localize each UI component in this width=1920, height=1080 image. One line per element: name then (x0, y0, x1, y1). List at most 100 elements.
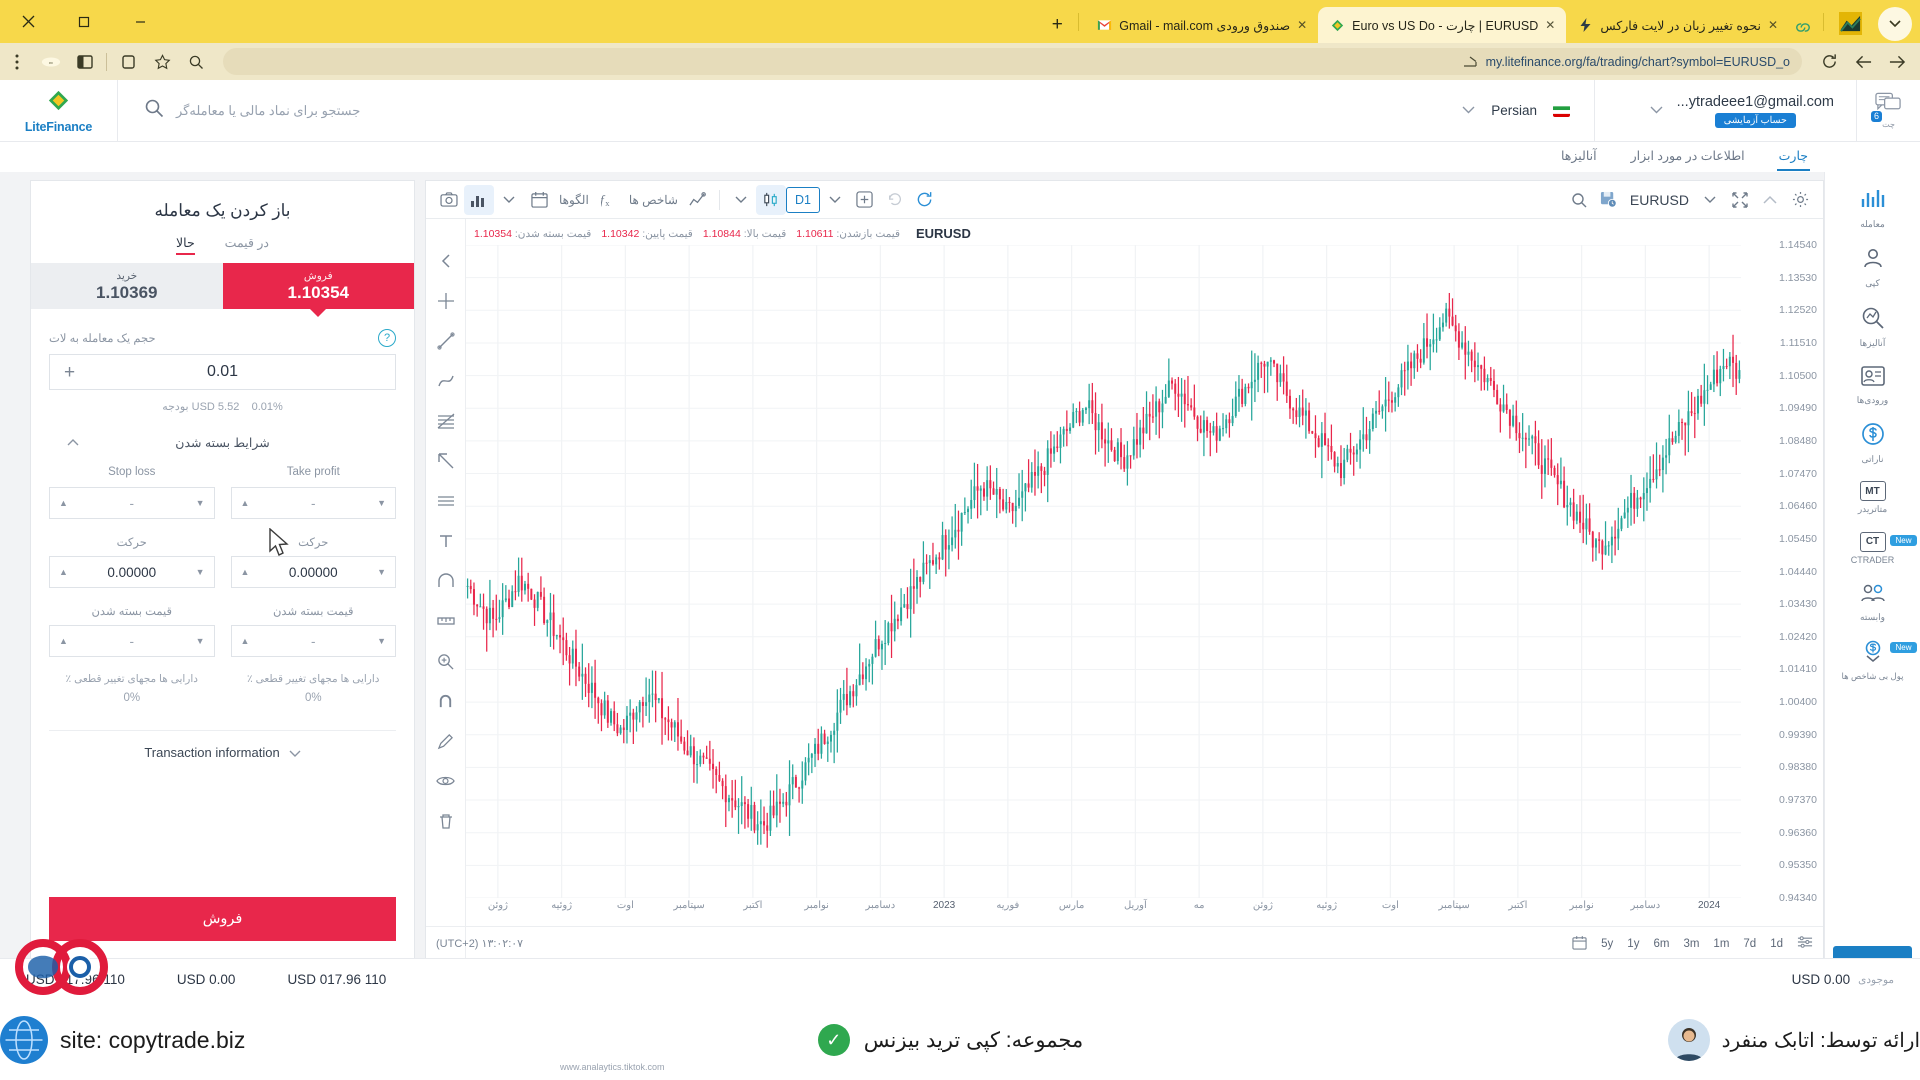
curve-tool-icon[interactable] (426, 361, 466, 401)
indicators-label[interactable]: شاخص ها (624, 193, 683, 207)
chart-plot[interactable] (466, 245, 1741, 898)
tab-close-icon[interactable]: ✕ (1545, 18, 1555, 32)
sidebar-item-metatrader[interactable]: MT متاتریدر (1825, 472, 1920, 522)
chart-undo-icon[interactable] (880, 185, 910, 215)
delete-tool-icon[interactable] (426, 801, 466, 841)
plus-icon[interactable]: + (64, 363, 75, 382)
extensions-icon[interactable]: ∞ (34, 47, 68, 77)
range-5y[interactable]: 5y (1601, 938, 1613, 950)
crosshair-icon[interactable] (426, 281, 466, 321)
range-1m[interactable]: 1m (1713, 938, 1729, 950)
sidebar-item-analytics[interactable]: آنالیزها (1825, 297, 1920, 356)
sidebar-panel-icon[interactable] (68, 47, 102, 77)
browser-tab-howto[interactable]: ✕ نحوه تغییر زبان در لایت فارکس (1566, 7, 1789, 43)
close-conditions-toggle[interactable]: شرایط بسته شدن (49, 435, 396, 450)
fibonacci-icon[interactable] (426, 401, 466, 441)
window-close-icon[interactable] (0, 0, 56, 43)
share-icon[interactable] (1463, 56, 1477, 68)
spinner-down-icon[interactable]: ▼ (196, 567, 205, 577)
window-restore-icon[interactable] (56, 0, 112, 43)
sidebar-item-trade[interactable]: معامله (1825, 178, 1920, 237)
text-tool-icon[interactable] (426, 521, 466, 561)
language-selector[interactable]: Persian (1438, 80, 1594, 142)
range-3m[interactable]: 3m (1683, 938, 1699, 950)
patterns-label[interactable]: الگوها (554, 193, 594, 207)
chevron-down-icon[interactable] (289, 745, 301, 760)
tab-now[interactable]: حالا (176, 235, 195, 255)
bar-chart-toggle-icon[interactable] (494, 185, 524, 215)
candlestick-icon[interactable] (755, 184, 786, 215)
range-calendar-icon[interactable] (1572, 935, 1587, 953)
spinner-down-icon[interactable]: ▼ (196, 498, 205, 508)
add-chart-icon[interactable] (850, 185, 880, 215)
chart-symbol[interactable]: EURUSD (1624, 192, 1695, 208)
sl-move-input[interactable]: ▲ 0.00000 ▼ (49, 556, 215, 588)
measure-tool-icon[interactable] (426, 601, 466, 641)
new-tab-button[interactable]: + (1042, 7, 1072, 43)
calendar-icon[interactable] (524, 185, 554, 215)
browser-menu-icon[interactable] (0, 47, 34, 77)
magnet-tool-icon[interactable] (426, 681, 466, 721)
volume-bars-icon[interactable] (464, 184, 494, 215)
browser-tab-gmail[interactable]: ✕ صندوق ورودی Gmail - mail.com (1085, 7, 1319, 43)
stop-loss-input[interactable]: ▲ - ▼ (49, 487, 215, 519)
chart-search-icon[interactable] (1564, 185, 1594, 215)
tab-list-button[interactable] (1878, 7, 1912, 41)
tab-at-price[interactable]: در قیمت (225, 235, 269, 255)
pitchfork-icon[interactable] (426, 441, 466, 481)
spinner-down-icon[interactable]: ▼ (377, 636, 386, 646)
back-arrow-icon[interactable] (1846, 47, 1880, 77)
chart-refresh-icon[interactable] (910, 185, 940, 215)
bookmark-star-icon[interactable] (145, 47, 179, 77)
symbol-dropdown-icon[interactable] (1695, 185, 1725, 215)
visibility-eye-icon[interactable] (426, 761, 466, 801)
screenshot-camera-icon[interactable] (434, 185, 464, 215)
global-search[interactable]: جستجو برای نماد مالی یا معامله‌گر (118, 98, 360, 123)
sidebar-item-copy[interactable]: کپی (1825, 237, 1920, 296)
reload-icon[interactable] (1812, 47, 1846, 77)
split-screen-icon[interactable] (111, 47, 145, 77)
browser-tab-eurusd[interactable]: ✕ EURUSD | چارت - Euro vs US Do (1318, 7, 1567, 43)
chart-collapse-icon[interactable] (1755, 185, 1785, 215)
volume-input[interactable]: + 0.01 (49, 354, 396, 390)
chevron-up-icon[interactable] (67, 438, 79, 449)
chart-settings-icon[interactable] (1785, 185, 1815, 215)
spinner-down-icon[interactable]: ▼ (377, 498, 386, 508)
tab-analytics[interactable]: آنالیزها (1559, 142, 1599, 169)
chart-type-dropdown-icon[interactable] (726, 185, 756, 215)
range-1y[interactable]: 1y (1627, 938, 1639, 950)
tab-close-icon[interactable]: ✕ (1297, 18, 1307, 32)
account-selector[interactable]: ...ytradeee1@gmail.com حساب آزمایشی (1594, 79, 1856, 142)
edit-tool-icon[interactable] (426, 721, 466, 761)
spinner-down-icon[interactable]: ▼ (196, 636, 205, 646)
tab-instrument-info[interactable]: اطلاعات در مورد ابزار (1629, 142, 1747, 169)
spinner-down-icon[interactable]: ▼ (377, 567, 386, 577)
tp-move-input[interactable]: ▲ 0.00000 ▼ (230, 556, 396, 588)
range-1d[interactable]: 1d (1770, 938, 1783, 950)
spinner-up-icon[interactable]: ▲ (241, 567, 250, 577)
sl-close-price-input[interactable]: ▲ - ▼ (49, 625, 215, 657)
sell-price-button[interactable]: فروش 1.10354 (222, 263, 414, 309)
buy-price-button[interactable]: خرید 1.10369 (31, 263, 223, 309)
tp-close-price-input[interactable]: ▲ - ▼ (230, 625, 396, 657)
search-icon[interactable] (144, 98, 164, 123)
save-template-icon[interactable] (1594, 185, 1624, 215)
submit-sell-button[interactable]: فروش (49, 897, 396, 941)
drawing-indicator-icon[interactable] (683, 185, 713, 215)
range-6m[interactable]: 6m (1653, 938, 1669, 950)
timeframe-selector[interactable]: D1 (785, 186, 820, 213)
take-profit-input[interactable]: ▲ - ▼ (230, 487, 396, 519)
spinner-up-icon[interactable]: ▲ (241, 636, 250, 646)
chevron-down-icon[interactable] (1462, 105, 1475, 117)
window-minimize-icon[interactable] (112, 0, 168, 43)
help-icon[interactable]: ? (378, 329, 396, 347)
address-bar[interactable]: my.litefinance.org/fa/trading/chart?symb… (223, 48, 1802, 75)
sidebar-item-ctrader[interactable]: New CT CTRADER (1825, 523, 1920, 573)
chat-widget[interactable]: 6 چت (1856, 79, 1920, 142)
profile-avatar-icon[interactable] (1838, 11, 1862, 35)
spinner-up-icon[interactable]: ▲ (241, 498, 250, 508)
page-search-icon[interactable] (179, 47, 213, 77)
zoom-tool-icon[interactable] (426, 641, 466, 681)
sidebar-item-bonus[interactable]: New پول بی شاخص ها (1825, 630, 1920, 689)
tab-chart[interactable]: چارت (1776, 142, 1811, 171)
